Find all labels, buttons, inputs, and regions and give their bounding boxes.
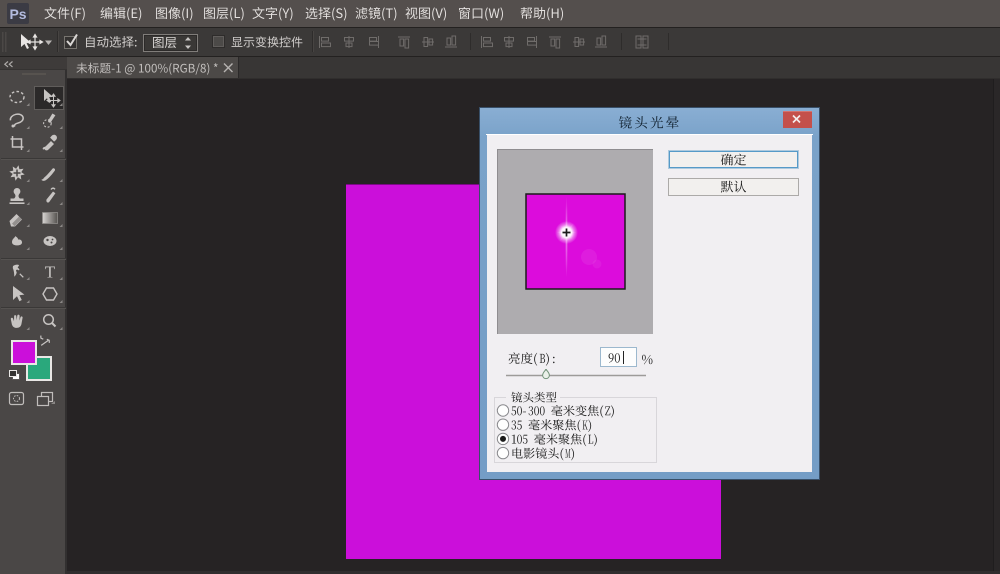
svg-text:Ps: Ps bbox=[9, 6, 26, 22]
svg-text:T: T bbox=[45, 263, 56, 282]
